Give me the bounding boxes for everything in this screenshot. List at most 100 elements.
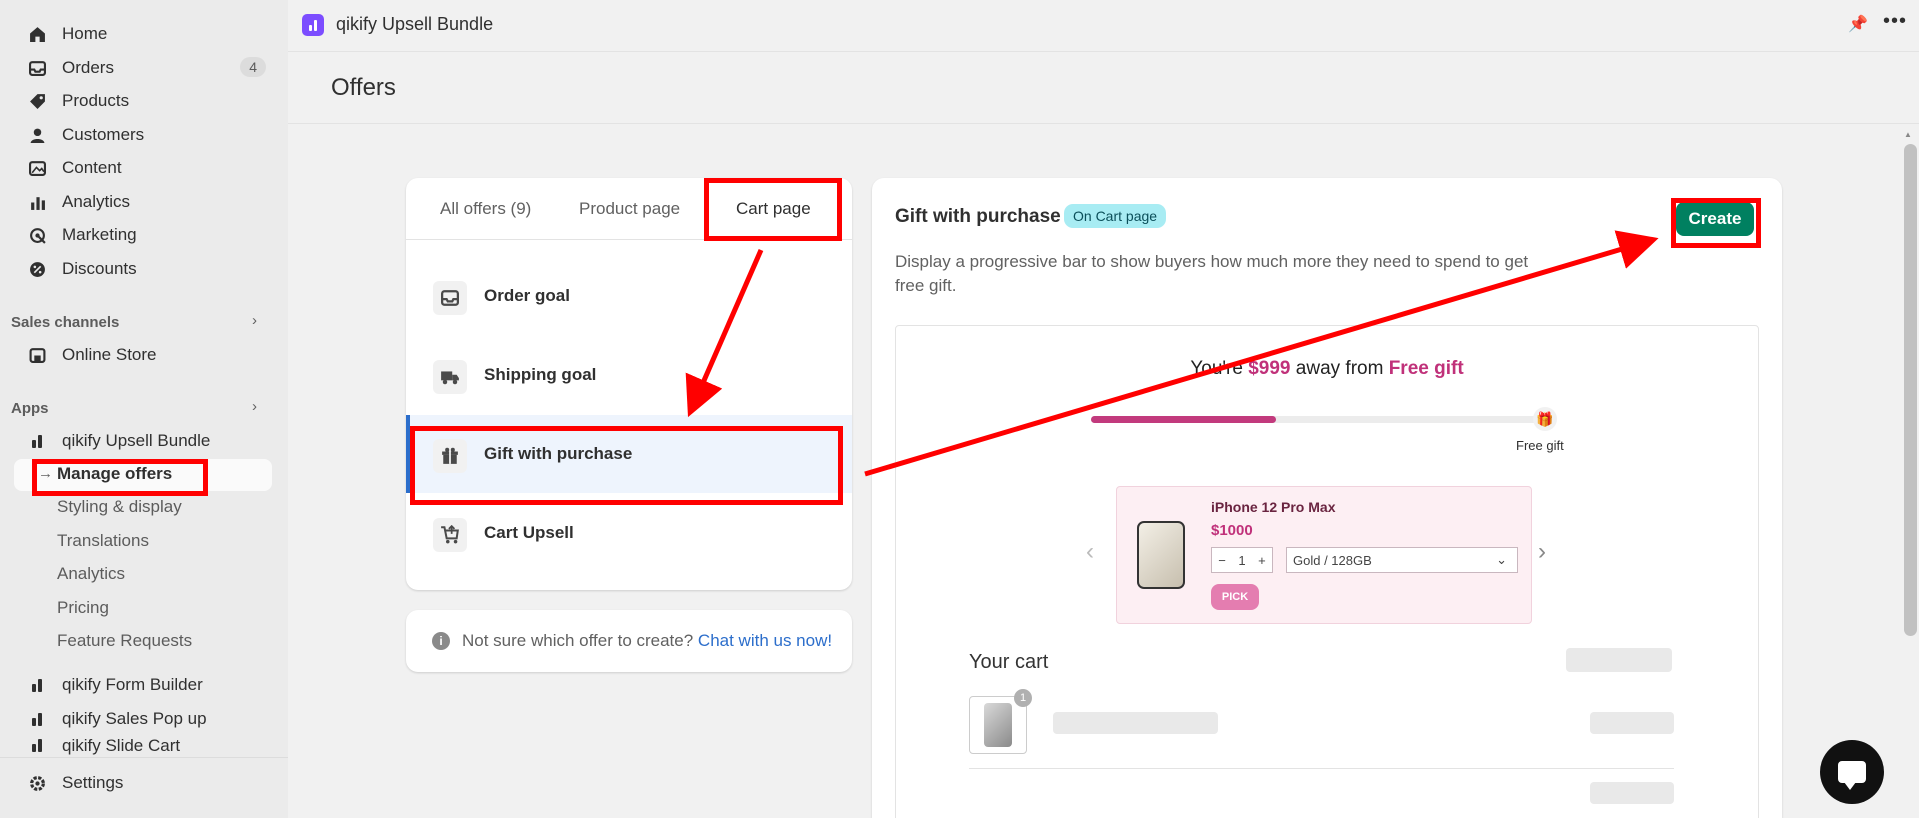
chat-icon xyxy=(1838,761,1866,790)
offer-label: Order goal xyxy=(484,286,570,305)
gear-icon xyxy=(28,774,46,792)
app-icon xyxy=(28,432,46,450)
sidebar-item-label: Analytics xyxy=(62,192,131,211)
chevron-down-icon: ⌄ xyxy=(1496,552,1507,567)
info-icon: i xyxy=(432,632,450,650)
sidebar-item-marketing[interactable]: Marketing xyxy=(14,219,272,251)
cart-heading: Your cart xyxy=(969,651,1049,673)
sidebar-item-products[interactable]: Products xyxy=(14,85,272,117)
sidebar-item-label: qikify Sales Pop up xyxy=(62,709,207,728)
sidebar-subitem-feature-requests[interactable]: Feature Requests xyxy=(57,631,192,651)
gift-label: Free gift xyxy=(1516,438,1564,453)
sidebar-item-content[interactable]: Content xyxy=(14,152,272,184)
sidebar-item-label: Customers xyxy=(62,125,145,144)
image-icon xyxy=(28,159,46,177)
skeleton-placeholder xyxy=(1590,782,1674,804)
target-icon xyxy=(28,226,46,244)
chevron-right-icon[interactable]: › xyxy=(252,312,257,329)
product-price: $1000 xyxy=(1211,522,1253,539)
sidebar-item-label: Discounts xyxy=(62,259,137,278)
sidebar-item-online-store[interactable]: Online Store xyxy=(14,339,272,371)
more-icon[interactable]: ••• xyxy=(1883,10,1907,33)
app-icon xyxy=(28,710,46,728)
tab-all-offers[interactable]: All offers (9) xyxy=(440,199,531,219)
sidebar-item-label: Orders xyxy=(62,58,114,77)
sidebar-item-label: qikify Form Builder xyxy=(62,675,203,694)
tab-product-page[interactable]: Product page xyxy=(579,199,680,219)
sidebar-item-qikify-upsell-bundle[interactable]: qikify Upsell Bundle xyxy=(14,425,272,457)
offer-item-cart-upsell[interactable]: Cart Upsell xyxy=(406,494,852,572)
chat-button[interactable] xyxy=(1820,740,1884,804)
scroll-up-icon[interactable]: ▲ xyxy=(1904,130,1912,139)
chat-link[interactable]: Chat with us now! xyxy=(698,631,832,650)
quantity-stepper[interactable]: −1 + xyxy=(1211,547,1273,573)
sidebar-item-label: qikify Slide Cart xyxy=(62,736,181,755)
sidebar-subitem-translations[interactable]: Translations xyxy=(57,531,149,551)
chevron-right-icon[interactable]: › xyxy=(1538,538,1546,566)
offer-preview: You're $999 away from Free gift 🎁 Free g… xyxy=(895,325,1759,818)
annotation-box-cart-tab xyxy=(704,178,842,241)
app-icon xyxy=(28,736,46,754)
store-icon xyxy=(28,346,46,364)
sidebar-item-label: Products xyxy=(62,91,130,110)
sidebar-item-qikify-form-builder[interactable]: qikify Form Builder xyxy=(14,669,272,701)
app-title: qikify Upsell Bundle xyxy=(336,14,494,34)
inbox-icon xyxy=(28,59,46,77)
sidebar-subitem-styling[interactable]: Styling & display xyxy=(57,497,182,517)
skeleton-placeholder xyxy=(1566,648,1672,672)
page-header: Offers xyxy=(288,52,1919,124)
gift-icon: 🎁 xyxy=(1533,407,1557,431)
sidebar-item-orders[interactable]: Orders 4 xyxy=(14,52,272,84)
annotation-box-create xyxy=(1671,198,1761,248)
skeleton-placeholder xyxy=(1590,712,1674,734)
status-badge: On Cart page xyxy=(1064,204,1167,228)
chevron-left-icon[interactable]: ‹ xyxy=(1086,538,1094,566)
annotation-box-gift-offer xyxy=(410,426,843,505)
inbox-icon xyxy=(433,281,467,315)
sidebar-item-qikify-slide-cart[interactable]: qikify Slide Cart xyxy=(14,736,272,756)
help-card: i Not sure which offer to create? Chat w… xyxy=(406,610,852,672)
sidebar-item-customers[interactable]: Customers xyxy=(14,119,272,151)
offer-detail-description: Display a progressive bar to show buyers… xyxy=(895,252,1529,295)
sidebar-item-label: Home xyxy=(62,24,108,43)
tag-icon xyxy=(28,92,46,110)
offer-detail-card: Gift with purchase On Cart page Display … xyxy=(872,178,1782,818)
chevron-right-icon[interactable]: › xyxy=(252,398,257,415)
sidebar-item-label: Settings xyxy=(62,773,124,792)
sidebar-item-qikify-sales-pop-up[interactable]: qikify Sales Pop up xyxy=(14,703,272,735)
page-title: Offers xyxy=(331,74,396,101)
preview-headline: You're $999 away from Free gift xyxy=(1190,358,1464,379)
quantity-value: 1 xyxy=(1238,552,1246,568)
truck-icon xyxy=(433,360,467,394)
offer-item-shipping-goal[interactable]: Shipping goal xyxy=(406,336,852,414)
app-logo-icon xyxy=(302,14,324,36)
skeleton-placeholder xyxy=(1053,712,1218,734)
offer-detail-title: Gift with purchase xyxy=(895,206,1061,227)
sidebar-item-home[interactable]: Home xyxy=(14,18,272,50)
sidebar-subitem-pricing[interactable]: Pricing xyxy=(57,598,109,618)
home-icon xyxy=(28,25,46,43)
sidebar-item-label: Marketing xyxy=(62,225,137,244)
sidebar-item-discounts[interactable]: Discounts xyxy=(14,253,272,285)
divider xyxy=(969,768,1674,769)
pin-icon[interactable]: 📌 xyxy=(1848,14,1868,34)
minus-icon[interactable]: − xyxy=(1218,553,1226,568)
app-topbar: qikify Upsell Bundle 📌 ••• xyxy=(288,0,1919,52)
variant-select[interactable]: Gold / 128GB ⌄ xyxy=(1286,547,1518,573)
offer-item-order-goal[interactable]: Order goal xyxy=(406,257,852,335)
product-name: iPhone 12 Pro Max xyxy=(1211,499,1336,515)
sidebar-item-settings[interactable]: Settings xyxy=(14,767,272,799)
offer-label: Shipping goal xyxy=(484,365,597,384)
cart-icon xyxy=(433,518,467,552)
person-icon xyxy=(28,126,46,144)
sidebar-item-label: Content xyxy=(62,158,122,177)
sidebar-item-label: Online Store xyxy=(62,345,157,364)
help-text: Not sure which offer to create? Chat wit… xyxy=(462,631,833,650)
sidebar-subitem-analytics[interactable]: Analytics xyxy=(57,564,125,584)
pick-button[interactable]: PICK xyxy=(1211,584,1259,610)
sidebar-item-analytics[interactable]: Analytics xyxy=(14,186,272,218)
offer-label: Cart Upsell xyxy=(484,523,574,542)
product-image xyxy=(1137,521,1185,589)
plus-icon[interactable]: + xyxy=(1258,553,1266,568)
scrollbar-thumb[interactable] xyxy=(1904,144,1917,636)
